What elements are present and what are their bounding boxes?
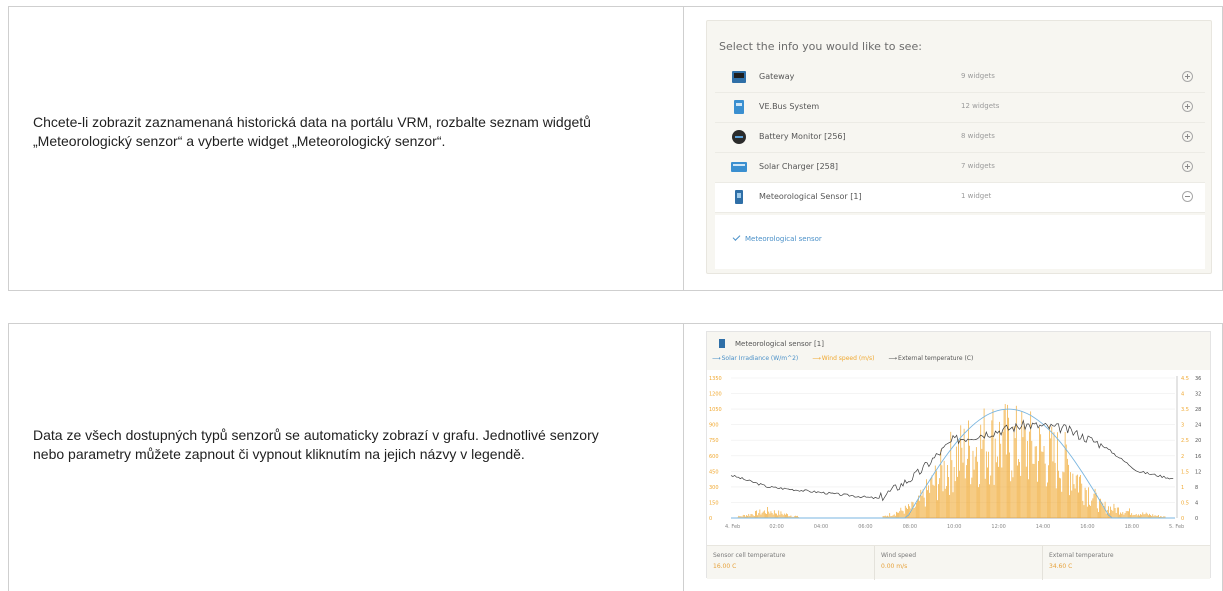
y-left-tick-label: 0 xyxy=(709,516,712,522)
y-left-tick-label: 300 xyxy=(709,485,719,491)
widget-sublist: Meteorological sensor xyxy=(715,215,1205,269)
y-mid-tick-label: 1 xyxy=(1181,485,1184,491)
chart-stats-bar: Sensor cell temperature 16.00 C Wind spe… xyxy=(707,545,1212,580)
y-left-tick-label: 1050 xyxy=(709,407,722,413)
widget-selector-title: Select the info you would like to see: xyxy=(719,40,922,53)
widget-count: 12 widgets xyxy=(961,102,1000,110)
y-left-tick-label: 1200 xyxy=(709,392,722,398)
widget-count: 7 widgets xyxy=(961,162,995,170)
x-tick-label: 12:00 xyxy=(991,524,1005,530)
chart-plot[interactable]: 1350 4.5 361200 4 321050 3.5 28900 3 24750 2.5 206… xyxy=(707,372,1212,544)
y-right-tick-label: 12 xyxy=(1195,469,1201,475)
y-right-tick-label: 24 xyxy=(1195,423,1201,429)
instruction-text-2: Data ze všech dostupných typů senzorů se… xyxy=(33,427,599,462)
widget-group-vebus[interactable]: VE.Bus System 12 widgets xyxy=(715,93,1205,123)
solar-charger-icon xyxy=(731,162,747,172)
legend-item-irradiance[interactable]: ⟶Solar Irradiance (W/m^2) xyxy=(712,355,804,362)
y-left-tick-label: 150 xyxy=(709,500,719,506)
gateway-device-icon xyxy=(732,71,746,83)
legend-item-temperature[interactable]: ⟶External temperature (C) xyxy=(888,355,979,362)
legend-label: Solar Irradiance (W/m^2) xyxy=(721,355,799,362)
y-right-tick-label: 28 xyxy=(1195,407,1201,413)
x-tick-label: 14:00 xyxy=(1036,524,1050,530)
legend-item-wind[interactable]: ⟶Wind speed (m/s) xyxy=(812,355,880,362)
x-tick-label: 18:00 xyxy=(1125,524,1139,530)
x-tick-label: 08:00 xyxy=(903,524,917,530)
widget-count: 1 widget xyxy=(961,192,992,200)
widget-group-battery-monitor[interactable]: Battery Monitor [256] 8 widgets xyxy=(715,123,1205,153)
widget-group-label: Gateway xyxy=(759,72,795,81)
legend-label: External temperature (C) xyxy=(898,355,974,362)
meteo-sensor-icon xyxy=(719,339,725,348)
stat-label: Sensor cell temperature xyxy=(713,552,786,559)
x-tick-label: 02:00 xyxy=(769,524,783,530)
stat-external-temperature: External temperature 34.60 C xyxy=(1043,546,1212,580)
y-left-tick-label: 750 xyxy=(709,438,719,444)
y-mid-tick-label: 3 xyxy=(1181,423,1184,429)
x-tick-label: 4. Feb xyxy=(725,524,740,530)
y-right-tick-label: 16 xyxy=(1195,454,1201,460)
widget-group-label: Meteorological Sensor [1] xyxy=(759,192,862,201)
chart-title: Meteorological sensor [1] xyxy=(735,340,824,348)
chart-header: Meteorological sensor [1] ⟶Solar Irradia… xyxy=(707,332,1210,370)
widget-count: 9 widgets xyxy=(961,72,995,80)
chart-legend: ⟶Solar Irradiance (W/m^2) ⟶Wind speed (m… xyxy=(712,355,985,362)
y-right-tick-label: 8 xyxy=(1195,485,1198,491)
widget-group-label: Battery Monitor [256] xyxy=(759,132,846,141)
y-mid-tick-label: 4.5 xyxy=(1181,376,1189,382)
x-tick-label: 10:00 xyxy=(947,524,961,530)
battery-monitor-icon xyxy=(732,130,746,144)
stat-value: 16.00 C xyxy=(713,563,737,570)
meteo-chart-widget: Meteorological sensor [1] ⟶Solar Irradia… xyxy=(706,331,1212,580)
widget-selector-panel: Select the info you would like to see: G… xyxy=(706,20,1212,274)
y-left-tick-label: 600 xyxy=(709,454,719,460)
stat-wind-speed: Wind speed 0.00 m/s xyxy=(875,546,1043,580)
expand-icon[interactable] xyxy=(1182,161,1193,172)
y-mid-tick-label: 4 xyxy=(1181,392,1184,398)
widget-count: 8 widgets xyxy=(961,132,995,140)
x-tick-label: 04:00 xyxy=(814,524,828,530)
y-mid-tick-label: 0 xyxy=(1181,516,1184,522)
y-mid-tick-label: 1.5 xyxy=(1181,469,1189,475)
expand-icon[interactable] xyxy=(1182,101,1193,112)
widget-group-label: VE.Bus System xyxy=(759,102,820,111)
expand-icon[interactable] xyxy=(1182,131,1193,142)
legend-label: Wind speed (m/s) xyxy=(821,355,875,362)
y-right-tick-label: 0 xyxy=(1195,516,1198,522)
inverter-device-icon xyxy=(734,100,744,114)
x-tick-label: 16:00 xyxy=(1080,524,1094,530)
stat-value: 34.60 C xyxy=(1049,563,1073,570)
y-mid-tick-label: 2.5 xyxy=(1181,438,1189,444)
stat-label: External temperature xyxy=(1049,552,1114,559)
x-tick-label: 5. Feb xyxy=(1169,524,1184,530)
stat-sensor-cell-temperature: Sensor cell temperature 16.00 C xyxy=(707,546,875,580)
widget-option-meteo-sensor[interactable]: Meteorological sensor xyxy=(732,233,822,243)
y-right-tick-label: 36 xyxy=(1195,376,1201,382)
y-left-tick-label: 900 xyxy=(709,423,719,429)
y-left-tick-label: 1350 xyxy=(709,376,722,382)
y-right-tick-label: 4 xyxy=(1195,500,1198,506)
y-right-tick-label: 20 xyxy=(1195,438,1201,444)
widget-group-label: Solar Charger [258] xyxy=(759,162,838,171)
stat-label: Wind speed xyxy=(881,552,917,559)
y-mid-tick-label: 3.5 xyxy=(1181,407,1189,413)
widget-group-gateway[interactable]: Gateway 9 widgets xyxy=(715,63,1205,93)
checkmark-icon xyxy=(732,233,741,241)
widget-group-solar-charger[interactable]: Solar Charger [258] 7 widgets xyxy=(715,153,1205,183)
collapse-icon[interactable] xyxy=(1182,191,1193,202)
y-right-tick-label: 32 xyxy=(1195,392,1201,398)
y-mid-tick-label: 0.5 xyxy=(1181,500,1189,506)
x-tick-label: 06:00 xyxy=(858,524,872,530)
y-mid-tick-label: 2 xyxy=(1181,454,1184,460)
y-left-tick-label: 450 xyxy=(709,469,719,475)
widget-option-label: Meteorological sensor xyxy=(745,235,822,243)
expand-icon[interactable] xyxy=(1182,71,1193,82)
meteo-sensor-icon xyxy=(735,190,743,204)
stat-value: 0.00 m/s xyxy=(881,563,908,570)
widget-group-meteo-sensor[interactable]: Meteorological Sensor [1] 1 widget xyxy=(715,183,1205,213)
instruction-text-1: Chcete-li zobrazit zaznamenaná historick… xyxy=(33,114,591,149)
